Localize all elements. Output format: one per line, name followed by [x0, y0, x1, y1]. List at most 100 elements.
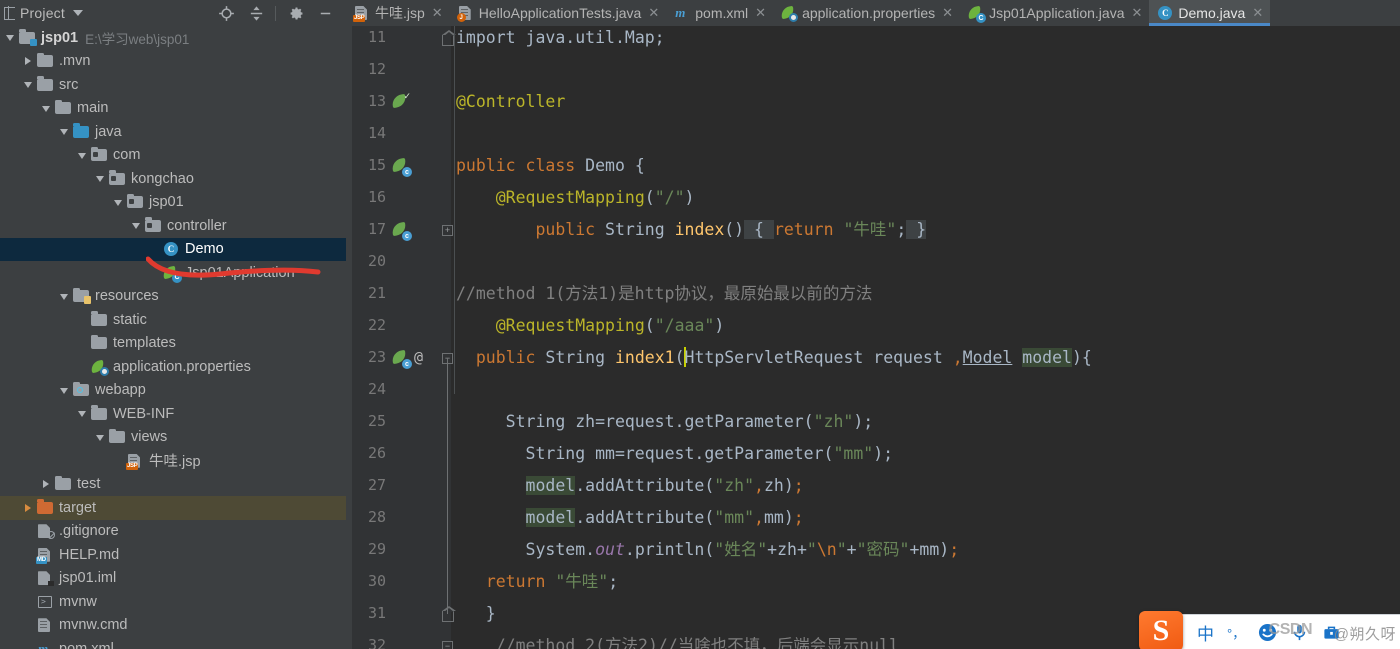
- chevron-down-icon[interactable]: [76, 407, 89, 420]
- line-number: 29: [367, 540, 386, 558]
- tree-node-kongchao[interactable]: kongchao: [0, 167, 346, 191]
- chevron-right-icon[interactable]: [22, 501, 35, 514]
- code-line[interactable]: model.addAttribute("zh",zh);: [456, 470, 804, 502]
- tree-node-.jsp[interactable]: JSP 牛哇.jsp: [0, 449, 346, 473]
- tree-node-com[interactable]: com: [0, 144, 346, 168]
- code-line[interactable]: //method 2(方法2)//当啥也不填，后端会显示null: [456, 630, 899, 649]
- chevron-down-icon[interactable]: [58, 125, 71, 138]
- code-line[interactable]: }: [456, 598, 496, 630]
- tree-node-test[interactable]: test: [0, 473, 346, 497]
- tree-node-templates[interactable]: templates: [0, 332, 346, 356]
- close-icon[interactable]: ✕: [942, 6, 953, 19]
- close-icon[interactable]: ✕: [755, 6, 766, 19]
- locate-icon[interactable]: [211, 1, 241, 25]
- annotation-marker-icon[interactable]: @: [414, 348, 423, 366]
- chevron-down-icon[interactable]: [4, 31, 17, 44]
- chevron-down-icon[interactable]: [72, 10, 83, 16]
- close-icon[interactable]: ✕: [1252, 6, 1263, 19]
- code-line[interactable]: import java.util.Map;: [456, 26, 665, 54]
- tree-node-demo[interactable]: C Demo: [0, 237, 346, 261]
- editor-tab-helloapplicationtests.java[interactable]: J HelloApplicationTests.java ✕: [450, 0, 667, 26]
- ime-punctuation-toggle[interactable]: °，: [1227, 623, 1245, 642]
- fold-expand-icon[interactable]: +: [442, 225, 453, 236]
- code-line[interactable]: @RequestMapping("/aaa"): [456, 310, 725, 342]
- editor-tab-.jsp[interactable]: JSP 牛哇.jsp ✕: [346, 0, 450, 26]
- chevron-down-icon[interactable]: [22, 78, 35, 91]
- gear-icon[interactable]: [280, 1, 310, 25]
- chevron-down-icon[interactable]: [58, 290, 71, 303]
- tree-node-mvnw[interactable]: > mvnw: [0, 590, 346, 614]
- fold-region-end-icon[interactable]: [442, 30, 456, 46]
- tree-node-pom.xml[interactable]: m pom.xml: [0, 637, 346, 649]
- tree-node-controller[interactable]: controller: [0, 214, 346, 238]
- code-line[interactable]: return "牛哇";: [456, 566, 618, 598]
- sogou-logo-icon[interactable]: S: [1139, 611, 1183, 649]
- spring-bean-class-icon[interactable]: c: [391, 157, 412, 177]
- tree-node-webapp[interactable]: webapp: [0, 379, 346, 403]
- editor-tab-demo.java[interactable]: C Demo.java ✕: [1149, 0, 1271, 26]
- collapse-all-icon[interactable]: [241, 1, 271, 25]
- tree-node-mvnw.cmd[interactable]: mvnw.cmd: [0, 614, 346, 638]
- code-line[interactable]: model.addAttribute("mm",mm);: [456, 502, 804, 534]
- chevron-down-icon[interactable]: [94, 172, 107, 185]
- tree-node-jsp01.iml[interactable]: jsp01.iml: [0, 567, 346, 591]
- editor-tab-application.properties[interactable]: application.properties ✕: [773, 0, 960, 26]
- code-text[interactable]: import java.util.Map; @Controller public c…: [456, 26, 1400, 649]
- tree-node-resources[interactable]: resources: [0, 285, 346, 309]
- chevron-down-icon[interactable]: [94, 431, 107, 444]
- indent-guide: [454, 26, 455, 394]
- code-line[interactable]: //method 1(方法1)是http协议，最原始最以前的方法: [456, 278, 872, 310]
- code-line[interactable]: String zh=request.getParameter("zh");: [456, 406, 874, 438]
- minimize-icon[interactable]: [310, 1, 340, 25]
- editor-tab-pom.xml[interactable]: m pom.xml ✕: [666, 0, 773, 26]
- chevron-down-icon[interactable]: [112, 196, 125, 209]
- code-line[interactable]: @RequestMapping("/"): [456, 182, 695, 214]
- close-icon[interactable]: ✕: [1131, 6, 1142, 19]
- code-line[interactable]: @Controller: [456, 86, 565, 118]
- tree-node-src[interactable]: src: [0, 73, 346, 97]
- tree-node-main[interactable]: main: [0, 97, 346, 121]
- chevron-down-icon[interactable]: [40, 102, 53, 115]
- tree-node-java[interactable]: java: [0, 120, 346, 144]
- tree-node-target[interactable]: target: [0, 496, 346, 520]
- code-line[interactable]: public String index1(HttpServletRequest …: [456, 342, 1092, 374]
- package-folder-icon: [127, 193, 144, 210]
- spring-bean-class-icon[interactable]: c: [391, 349, 412, 369]
- tree-node-web-inf[interactable]: WEB-INF: [0, 402, 346, 426]
- chevron-down-icon[interactable]: [58, 384, 71, 397]
- tree-node-.gitignore[interactable]: .gitignore: [0, 520, 346, 544]
- tree-node-.mvn[interactable]: .mvn: [0, 50, 346, 74]
- tree-node-application.properties[interactable]: application.properties: [0, 355, 346, 379]
- chevron-down-icon[interactable]: [130, 219, 143, 232]
- close-icon[interactable]: ✕: [648, 6, 659, 19]
- code-line[interactable]: public String index() { return "牛哇"; }: [456, 214, 927, 246]
- ime-mode-label[interactable]: 中: [1197, 620, 1214, 645]
- chevron-right-icon[interactable]: [40, 478, 53, 491]
- line-number: 13: [367, 92, 386, 110]
- fold-collapse-icon[interactable]: −: [442, 641, 453, 649]
- tree-node-static[interactable]: static: [0, 308, 346, 332]
- close-icon[interactable]: ✕: [432, 6, 443, 19]
- code-line[interactable]: public class Demo {: [456, 150, 645, 182]
- editor-tab-jsp01application.java[interactable]: C Jsp01Application.java ✕: [960, 0, 1149, 26]
- editor-area: JSP 牛哇.jsp ✕ J HelloApplicationTests.java ✕ m p…: [346, 0, 1400, 649]
- tree-node-views[interactable]: views: [0, 426, 346, 450]
- tree-node-jsp01application[interactable]: C Jsp01Application: [0, 261, 346, 285]
- code-line[interactable]: System.out.println("姓名"+zh+"\n"+"密码"+mm)…: [456, 534, 960, 566]
- chevron-right-icon[interactable]: [22, 55, 35, 68]
- project-tree[interactable]: jsp01 E:\学习web\jsp01 .mvn src main java com kon…: [0, 26, 346, 649]
- editor-tab-bar[interactable]: JSP 牛哇.jsp ✕ J HelloApplicationTests.java ✕ m p…: [346, 0, 1400, 26]
- gutter-line: 16: [346, 182, 451, 214]
- tree-node-help.md[interactable]: MD HELP.md: [0, 543, 346, 567]
- chevron-down-icon[interactable]: [76, 149, 89, 162]
- code-editor[interactable]: 111213✓1415c1617c+20212223c@−24252627282…: [346, 26, 1400, 649]
- editor-gutter[interactable]: 111213✓1415c1617c+20212223c@−24252627282…: [346, 26, 456, 649]
- line-number: 26: [367, 444, 386, 462]
- code-line[interactable]: String mm=request.getParameter("mm");: [456, 438, 894, 470]
- spring-bean-class-icon[interactable]: c: [391, 221, 412, 241]
- spring-bean-icon[interactable]: ✓: [391, 91, 411, 111]
- fold-guide-line: [447, 358, 448, 614]
- fold-region-end-icon[interactable]: [442, 606, 456, 622]
- tree-node-jsp01[interactable]: jsp01: [0, 191, 346, 215]
- tree-node-jsp01[interactable]: jsp01 E:\学习web\jsp01: [0, 26, 346, 50]
